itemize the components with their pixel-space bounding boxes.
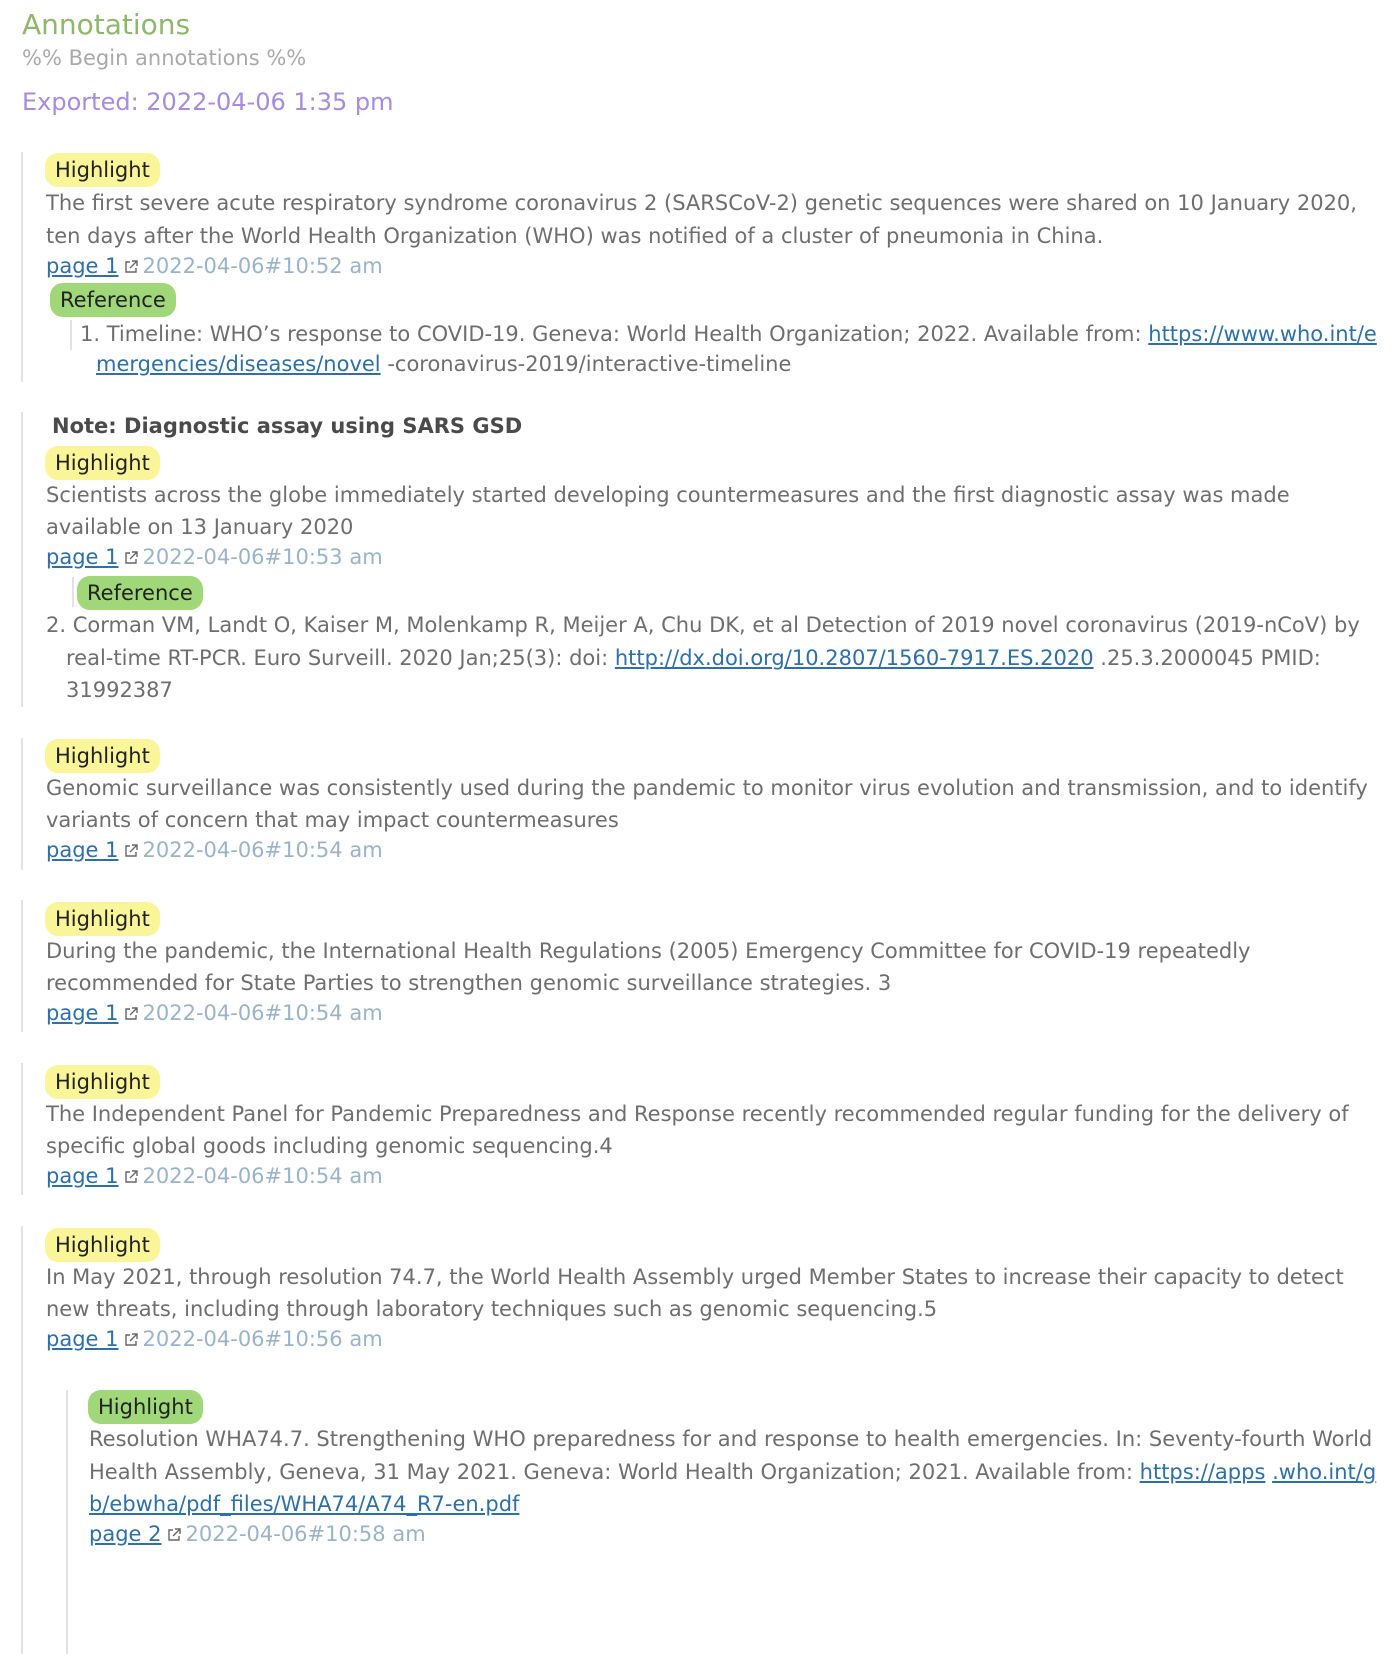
highlight-tag: Highlight xyxy=(45,902,160,936)
highlight-tag: Highlight xyxy=(88,1390,203,1424)
page-link[interactable]: page 1 xyxy=(46,838,119,862)
reference-text: 2. Corman VM, Landt O, Kaiser M, Molenka… xyxy=(46,613,1360,637)
highlight-text: recommended for State Parties to strengt… xyxy=(46,971,892,995)
page-link[interactable]: page 2 xyxy=(89,1522,162,1546)
highlight-text: During the pandemic, the International H… xyxy=(46,939,1251,963)
reference-link[interactable]: https://www.who.int/e xyxy=(1148,322,1377,346)
timestamp: 2022-04-06#10:56 am xyxy=(142,1327,383,1351)
reference-link[interactable]: mergencies/diseases/novel xyxy=(96,352,381,376)
block-border xyxy=(21,152,23,382)
highlight-text: Health Assembly, Geneva, 31 May 2021. Ge… xyxy=(89,1460,1377,1484)
note-label: Note xyxy=(52,414,109,438)
note-text: Diagnostic assay using SARS GSD xyxy=(124,414,523,438)
external-link-icon[interactable] xyxy=(123,1332,139,1348)
external-link-icon[interactable] xyxy=(123,843,139,859)
external-link-icon[interactable] xyxy=(123,259,139,275)
reference-tag: Reference xyxy=(77,576,203,610)
highlight-text: In May 2021, through resolution 74.7, th… xyxy=(46,1265,1344,1289)
reference-link[interactable]: http://dx.doi.org/10.2807/1560-7917.ES.2… xyxy=(615,646,1094,670)
page-link[interactable]: page 1 xyxy=(46,545,119,569)
annotation-meta: page 1 2022-04-06#10:52 am xyxy=(46,254,383,278)
highlight-tag: Highlight xyxy=(45,1065,160,1099)
external-link-icon[interactable] xyxy=(166,1527,182,1543)
timestamp: 2022-04-06#10:53 am xyxy=(142,545,383,569)
highlight-text: Scientists across the globe immediately … xyxy=(46,483,1290,507)
highlight-text: Genomic surveillance was consistently us… xyxy=(46,776,1368,800)
page-link[interactable]: page 1 xyxy=(46,1327,119,1351)
page-link[interactable]: page 1 xyxy=(46,1164,119,1188)
external-link-icon[interactable] xyxy=(123,1006,139,1022)
block-border xyxy=(21,738,23,870)
reference-link[interactable]: https://apps xyxy=(1140,1460,1266,1484)
page-link[interactable]: page 1 xyxy=(46,254,119,278)
timestamp: 2022-04-06#10:58 am xyxy=(185,1522,426,1546)
reference-border xyxy=(72,577,74,607)
reference-border xyxy=(70,320,72,350)
external-link-icon[interactable] xyxy=(123,550,139,566)
highlight-text: b/ebwha/pdf_files/WHA74/A74_R7-en.pdf xyxy=(89,1487,519,1521)
annotation-meta: page 1 2022-04-06#10:54 am xyxy=(46,1164,383,1188)
nested-block-border xyxy=(66,1390,68,1654)
highlight-tag: Highlight xyxy=(45,153,160,187)
highlight-text: available on 13 January 2020 xyxy=(46,515,354,539)
reference-text: 31992387 xyxy=(66,678,173,702)
highlight-text: specific global goods including genomic … xyxy=(46,1134,613,1158)
annotation-meta: page 1 2022-04-06#10:53 am xyxy=(46,545,383,569)
annotation-meta: page 2 2022-04-06#10:58 am xyxy=(89,1522,426,1546)
annotation-meta: page 1 2022-04-06#10:54 am xyxy=(46,838,383,862)
note: Note: Diagnostic assay using SARS GSD xyxy=(52,414,523,438)
reference-tag: Reference xyxy=(50,283,176,317)
highlight-text: Resolution WHA74.7. Strengthening WHO pr… xyxy=(89,1427,1373,1451)
reference-text: 1. Timeline: WHO’s response to COVID-19.… xyxy=(80,322,1377,346)
block-border xyxy=(21,412,23,707)
block-border xyxy=(21,1226,23,1654)
reference-text: mergencies/diseases/novel -coronavirus-2… xyxy=(96,352,792,376)
page-link[interactable]: page 1 xyxy=(46,1001,119,1025)
block-border xyxy=(21,1063,23,1195)
annotation-meta: page 1 2022-04-06#10:56 am xyxy=(46,1327,383,1351)
highlight-tag: Highlight xyxy=(45,446,160,480)
annotations-title: Annotations xyxy=(22,8,191,41)
highlight-text: variants of concern that may impact coun… xyxy=(46,808,619,832)
highlight-text: The first severe acute respiratory syndr… xyxy=(46,191,1357,215)
timestamp: 2022-04-06#10:54 am xyxy=(142,1001,383,1025)
exported-timestamp: Exported: 2022-04-06 1:35 pm xyxy=(22,88,394,116)
highlight-tag: Highlight xyxy=(45,739,160,773)
external-link-icon[interactable] xyxy=(123,1169,139,1185)
begin-annotations-comment: %% Begin annotations %% xyxy=(22,46,307,70)
annotation-meta: page 1 2022-04-06#10:54 am xyxy=(46,1001,383,1025)
reference-link[interactable]: .who.int/g xyxy=(1272,1460,1376,1484)
timestamp: 2022-04-06#10:52 am xyxy=(142,254,383,278)
highlight-text: ten days after the World Health Organiza… xyxy=(46,224,1104,248)
timestamp: 2022-04-06#10:54 am xyxy=(142,1164,383,1188)
reference-text: real-time RT-PCR. Euro Surveill. 2020 Ja… xyxy=(66,646,1321,670)
reference-link[interactable]: b/ebwha/pdf_files/WHA74/A74_R7-en.pdf xyxy=(89,1492,519,1516)
highlight-text: The Independent Panel for Pandemic Prepa… xyxy=(46,1102,1349,1126)
highlight-text: new threats, including through laborator… xyxy=(46,1297,938,1321)
highlight-tag: Highlight xyxy=(45,1228,160,1262)
timestamp: 2022-04-06#10:54 am xyxy=(142,838,383,862)
block-border xyxy=(21,900,23,1032)
